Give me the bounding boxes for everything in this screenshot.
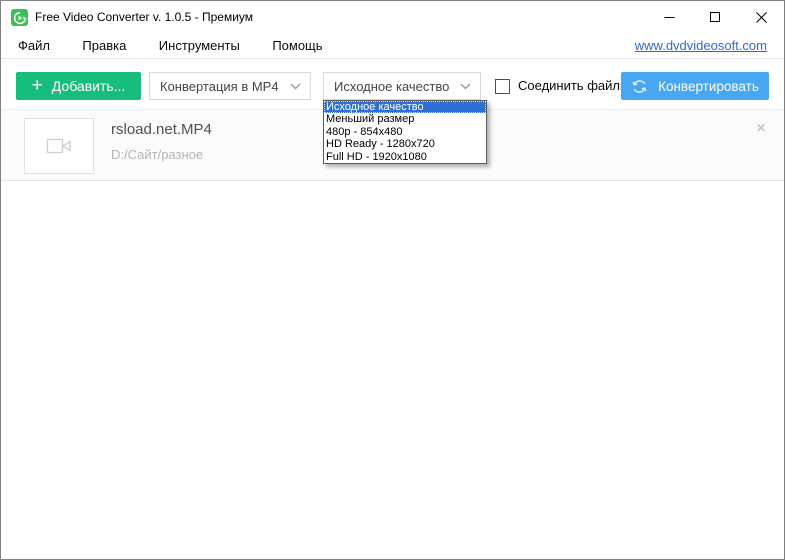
menu-edit[interactable]: Правка — [68, 33, 140, 58]
quality-option-480p[interactable]: 480p - 854x480 — [324, 126, 486, 138]
quality-option-original[interactable]: Исходное качество — [324, 101, 486, 113]
convert-button[interactable]: Конвертировать — [621, 72, 769, 100]
quality-option-smaller[interactable]: Меньший размер — [324, 113, 486, 125]
menu-tools[interactable]: Инструменты — [145, 33, 254, 58]
file-list-empty-area — [1, 182, 784, 559]
quality-dropdown-list: Исходное качество Меньший размер 480p - … — [323, 100, 487, 164]
chevron-down-icon — [460, 83, 471, 90]
remove-file-icon[interactable]: ✕ — [752, 119, 770, 137]
menu-bar: Файл Правка Инструменты Помощь www.dvdvi… — [1, 33, 784, 59]
title-bar: Free Video Converter v. 1.0.5 - Премиум — [1, 1, 784, 33]
convert-label: Конвертировать — [658, 79, 759, 94]
file-path: D:/Сайт/разное — [111, 147, 203, 162]
add-files-button[interactable]: + Добавить... — [16, 72, 141, 100]
add-files-label: Добавить... — [52, 78, 126, 94]
app-logo-icon — [11, 9, 28, 26]
quality-select-value: Исходное качество — [334, 79, 449, 94]
maximize-button[interactable] — [692, 1, 738, 33]
website-link[interactable]: www.dvdvideosoft.com — [635, 33, 767, 58]
video-thumbnail — [24, 118, 94, 174]
file-name: rsload.net.MP4 — [111, 121, 212, 138]
output-format-value: Конвертация в MP4 — [160, 79, 279, 94]
menu-file[interactable]: Файл — [4, 33, 64, 58]
chevron-down-icon — [290, 83, 301, 90]
close-button[interactable] — [738, 1, 784, 33]
minimize-button[interactable] — [646, 1, 692, 33]
app-window: Free Video Converter v. 1.0.5 - Премиум … — [0, 0, 785, 560]
quality-option-hd-ready[interactable]: HD Ready - 1280x720 — [324, 138, 486, 150]
output-format-select[interactable]: Конвертация в MP4 — [149, 72, 311, 100]
quality-select[interactable]: Исходное качество — [323, 72, 481, 100]
menu-help[interactable]: Помощь — [258, 33, 336, 58]
merge-files-label[interactable]: Соединить файлы — [518, 72, 629, 100]
plus-icon: + — [32, 76, 43, 95]
merge-files-checkbox[interactable] — [495, 79, 510, 94]
convert-refresh-icon — [631, 78, 648, 95]
quality-option-full-hd[interactable]: Full HD - 1920x1080 — [324, 151, 486, 163]
window-title: Free Video Converter v. 1.0.5 - Премиум — [35, 1, 253, 33]
video-camera-icon — [44, 137, 74, 155]
